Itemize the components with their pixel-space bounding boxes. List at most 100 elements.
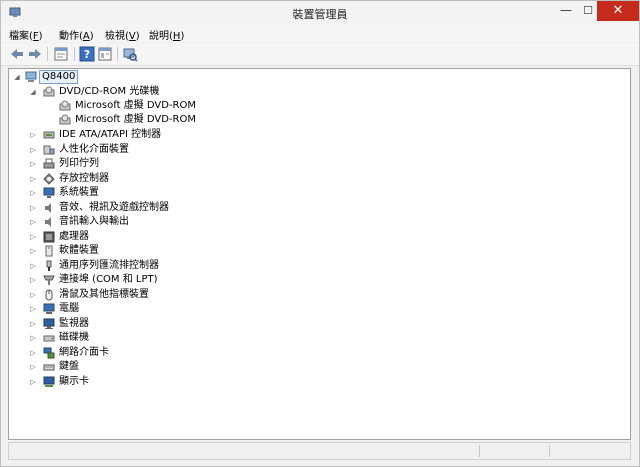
- device-tree[interactable]: ◢ Q8400 ◢ DVD/CD-ROM 光碟機 Microsoft 虛擬 DV…: [8, 68, 631, 440]
- computer-icon: [25, 71, 37, 82]
- menu-action[interactable]: 動作(A): [59, 27, 94, 42]
- storage-controller-icon: [43, 173, 55, 185]
- category-label: 磁碟機: [59, 332, 89, 343]
- tree-device-dvd-1[interactable]: Microsoft 虛擬 DVD-ROM: [9, 99, 309, 113]
- help-icon[interactable]: ?: [79, 46, 95, 62]
- network-adapter-icon: [43, 347, 55, 359]
- scan-hardware-icon[interactable]: [122, 46, 138, 62]
- tree-category-display-adapters[interactable]: ▷ 顯示卡: [9, 375, 309, 389]
- computer-icon: [43, 303, 55, 314]
- show-hide-console-tree-icon[interactable]: [97, 46, 113, 62]
- device-label: Microsoft 虛擬 DVD-ROM: [75, 114, 196, 125]
- expand-arrow-icon[interactable]: ▷: [29, 259, 37, 273]
- expand-arrow-icon[interactable]: ▷: [29, 157, 37, 171]
- tree-category-ide[interactable]: ▷ IDE ATA/ATAPI 控制器: [9, 128, 309, 142]
- toolbar-separator: [47, 47, 48, 61]
- dvd-drive-icon: [59, 114, 71, 125]
- root-computer-label: Q8400: [39, 70, 79, 84]
- window-title: 裝置管理員: [292, 8, 348, 21]
- expand-arrow-icon[interactable]: ▷: [29, 331, 37, 345]
- category-label: 網路介面卡: [59, 347, 109, 358]
- expand-arrow-icon[interactable]: ▷: [29, 230, 37, 244]
- port-connector-icon: [43, 275, 55, 285]
- expand-arrow-icon[interactable]: ▷: [29, 375, 37, 389]
- tree-category-system[interactable]: ▷ 系統裝置: [9, 186, 309, 200]
- category-label: 軟體裝置: [59, 245, 99, 256]
- menu-help[interactable]: 說明(H): [149, 27, 184, 42]
- expand-arrow-icon[interactable]: ▷: [29, 201, 37, 215]
- expand-arrow-icon[interactable]: ▷: [29, 346, 37, 360]
- mouse-icon: [45, 289, 53, 301]
- collapse-arrow-icon[interactable]: ◢: [13, 70, 21, 84]
- tree-category-network[interactable]: ▷ 網路介面卡: [9, 346, 309, 360]
- tree-category-keyboards[interactable]: ▷ 鍵盤: [9, 360, 309, 374]
- toolbar-separator: [74, 47, 75, 61]
- system-device-icon: [43, 187, 55, 198]
- category-label: 電腦: [59, 303, 79, 314]
- printer-icon: [43, 158, 55, 169]
- category-label: IDE ATA/ATAPI 控制器: [59, 129, 162, 140]
- keyboard-icon: [43, 364, 55, 371]
- category-label: 顯示卡: [59, 376, 89, 387]
- category-label: 音訊輸入與輸出: [59, 216, 129, 227]
- back-arrow-icon[interactable]: [9, 46, 25, 62]
- tree-category-hid[interactable]: ▷ 人性化介面裝置: [9, 143, 309, 157]
- menu-file[interactable]: 檔案(F): [9, 27, 43, 42]
- tree-category-storage[interactable]: ▷ 存放控制器: [9, 172, 309, 186]
- category-label: 監視器: [59, 318, 89, 329]
- properties-icon[interactable]: [53, 46, 69, 62]
- forward-arrow-icon[interactable]: [27, 46, 43, 62]
- expand-arrow-icon[interactable]: ▷: [29, 273, 37, 287]
- tree-category-sound-video[interactable]: ▷ 音效、視訊及遊戲控制器: [9, 201, 309, 215]
- tree-category-software[interactable]: ▷ 軟體裝置: [9, 244, 309, 258]
- category-label: 存放控制器: [59, 173, 109, 184]
- expand-arrow-icon[interactable]: ▷: [29, 317, 37, 331]
- dvd-drive-icon: [43, 86, 55, 97]
- category-label: 處理器: [59, 231, 89, 242]
- tree-category-audio-io[interactable]: ▷ 音訊輸入與輸出: [9, 215, 309, 229]
- tree-category-computer[interactable]: ▷ 電腦: [9, 302, 309, 316]
- ide-controller-icon: [43, 131, 55, 139]
- software-device-icon: [45, 245, 53, 257]
- tree-category-processors[interactable]: ▷ 處理器: [9, 230, 309, 244]
- tree-root[interactable]: ◢ Q8400: [9, 70, 209, 84]
- expand-arrow-icon[interactable]: ▷: [29, 288, 37, 302]
- expand-arrow-icon[interactable]: ▷: [29, 215, 37, 229]
- dvd-drive-icon: [59, 100, 71, 111]
- category-label: 鍵盤: [59, 361, 79, 372]
- speaker-icon: [45, 203, 51, 213]
- menu-view[interactable]: 檢視(V): [105, 27, 140, 42]
- category-label: 人性化介面裝置: [59, 144, 129, 155]
- expand-arrow-icon[interactable]: ▷: [29, 143, 37, 157]
- expand-arrow-icon[interactable]: ▷: [29, 172, 37, 186]
- minimize-button[interactable]: —: [553, 1, 579, 21]
- tree-category-disk-drives[interactable]: ▷ 磁碟機: [9, 331, 309, 345]
- category-label: 滑鼠及其他指標裝置: [59, 289, 149, 300]
- expand-arrow-icon[interactable]: ▷: [29, 302, 37, 316]
- usb-icon: [46, 260, 52, 271]
- tree-device-dvd-2[interactable]: Microsoft 虛擬 DVD-ROM: [9, 113, 309, 127]
- toolbar-separator: [117, 47, 118, 61]
- svg-text:?: ?: [84, 48, 90, 61]
- expand-arrow-icon[interactable]: ▷: [29, 244, 37, 258]
- display-adapter-icon: [43, 376, 55, 387]
- device-manager-window: 裝置管理員 — ☐ ✕ 檔案(F) 動作(A) 檢視(V) 說明(H) ? ◢ …: [0, 0, 640, 467]
- monitor-icon: [43, 318, 55, 329]
- tree-category-usb[interactable]: ▷ 通用序列匯流排控制器: [9, 259, 309, 273]
- tree-category-monitors[interactable]: ▷ 監視器: [9, 317, 309, 331]
- category-label: 連接埠 (COM 和 LPT): [59, 274, 158, 285]
- status-bar-divider: [549, 445, 550, 457]
- toolbar: ?: [1, 43, 639, 66]
- tree-category-print-queue[interactable]: ▷ 列印佇列: [9, 157, 309, 171]
- expand-arrow-icon[interactable]: ▷: [29, 360, 37, 374]
- maximize-button[interactable]: ☐: [579, 1, 597, 21]
- close-button[interactable]: ✕: [597, 1, 639, 21]
- expand-arrow-icon[interactable]: ▷: [29, 186, 37, 200]
- expand-arrow-icon[interactable]: ▷: [29, 128, 37, 142]
- collapse-arrow-icon[interactable]: ◢: [29, 85, 37, 99]
- category-label: 系統裝置: [59, 187, 99, 198]
- tree-category-mice[interactable]: ▷ 滑鼠及其他指標裝置: [9, 288, 309, 302]
- tree-category-ports[interactable]: ▷ 連接埠 (COM 和 LPT): [9, 273, 309, 287]
- tree-category-dvd[interactable]: ◢ DVD/CD-ROM 光碟機: [9, 85, 309, 99]
- category-label: 通用序列匯流排控制器: [59, 260, 159, 271]
